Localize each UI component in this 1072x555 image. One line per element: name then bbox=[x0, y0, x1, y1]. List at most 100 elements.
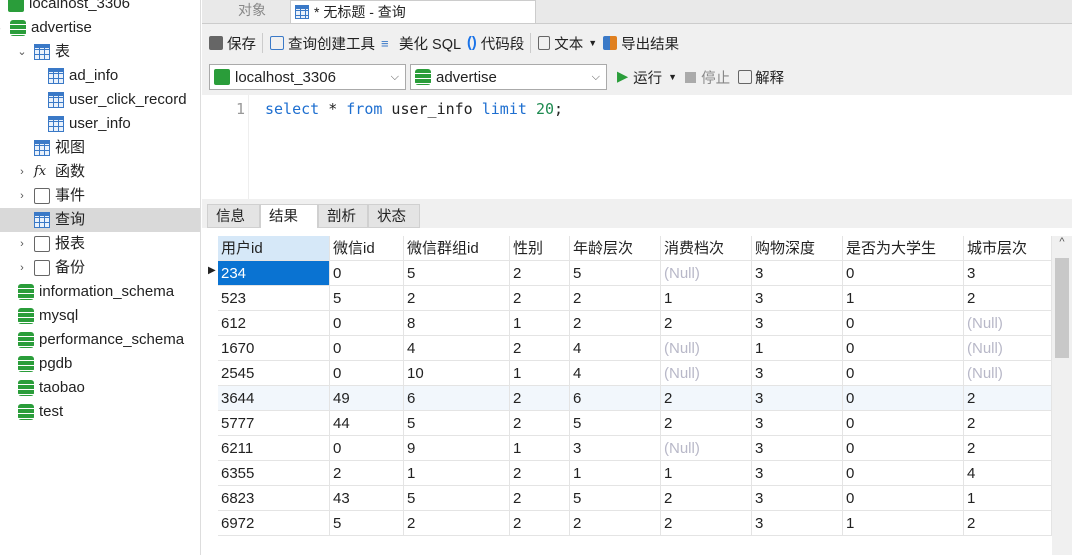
table-cell[interactable]: 3 bbox=[752, 311, 843, 336]
run-button[interactable]: 运行 bbox=[633, 67, 662, 88]
table-cell[interactable]: 1 bbox=[843, 286, 964, 311]
table-cell[interactable]: 2 bbox=[570, 511, 661, 536]
table-cell[interactable]: 523 bbox=[218, 286, 330, 311]
sql-editor[interactable]: 1 select * from user_info limit 20; bbox=[202, 95, 1072, 199]
table-cell[interactable]: 2 bbox=[964, 411, 1052, 436]
table-cell[interactable]: 43 bbox=[330, 486, 404, 511]
table-cell[interactable]: 2 bbox=[661, 511, 752, 536]
table-cell[interactable]: (Null) bbox=[661, 261, 752, 286]
table-cell[interactable]: (Null) bbox=[661, 361, 752, 386]
table-cell[interactable]: 2 bbox=[330, 461, 404, 486]
sidebar-item[interactable]: user_info bbox=[0, 112, 200, 136]
table-cell[interactable]: 2 bbox=[964, 286, 1052, 311]
column-header[interactable]: 性别 bbox=[510, 236, 570, 261]
table-cell[interactable]: 1 bbox=[752, 336, 843, 361]
table-cell[interactable]: 2 bbox=[510, 336, 570, 361]
sidebar-item[interactable]: localhost_3306 bbox=[0, 0, 200, 16]
table-cell[interactable]: 3 bbox=[752, 361, 843, 386]
table-cell[interactable]: 0 bbox=[843, 486, 964, 511]
query-builder-button[interactable]: 查询创建工具 bbox=[270, 33, 375, 54]
table-cell[interactable]: 234 bbox=[218, 261, 330, 286]
table-cell[interactable]: 3 bbox=[752, 411, 843, 436]
sidebar-item[interactable]: taobao bbox=[0, 376, 200, 400]
table-cell[interactable]: 2 bbox=[510, 286, 570, 311]
sidebar-item[interactable]: mysql bbox=[0, 304, 200, 328]
table-cell[interactable]: 612 bbox=[218, 311, 330, 336]
table-cell[interactable]: 0 bbox=[330, 361, 404, 386]
table-cell[interactable]: 6972 bbox=[218, 511, 330, 536]
sidebar-item[interactable]: ⌄ 表 bbox=[0, 40, 200, 64]
table-cell[interactable]: 1 bbox=[843, 511, 964, 536]
table-cell[interactable]: (Null) bbox=[661, 336, 752, 361]
vertical-scrollbar[interactable]: ^ bbox=[1052, 236, 1072, 555]
result-tab[interactable]: 状态 bbox=[368, 204, 420, 228]
tab-objects[interactable]: 对象 bbox=[212, 0, 292, 23]
table-cell[interactable]: 5777 bbox=[218, 411, 330, 436]
table-cell[interactable]: 2 bbox=[404, 511, 510, 536]
column-header[interactable]: 购物深度 bbox=[752, 236, 843, 261]
chevron-right-icon[interactable]: › bbox=[16, 184, 28, 208]
table-cell[interactable]: 4 bbox=[964, 461, 1052, 486]
table-cell[interactable]: 2 bbox=[570, 286, 661, 311]
result-tab[interactable]: 结果 1 bbox=[260, 204, 318, 249]
table-cell[interactable]: 1 bbox=[964, 486, 1052, 511]
table-cell[interactable]: 3 bbox=[570, 436, 661, 461]
tab-query[interactable]: * 无标题 - 查询 bbox=[290, 0, 536, 23]
sidebar-item[interactable]: information_schema bbox=[0, 280, 200, 304]
table-cell[interactable]: 8 bbox=[404, 311, 510, 336]
column-header[interactable]: 城市层次 bbox=[964, 236, 1052, 261]
table-cell[interactable]: 1 bbox=[661, 461, 752, 486]
table-cell[interactable]: 5 bbox=[570, 486, 661, 511]
result-tab[interactable]: 剖析 bbox=[318, 204, 368, 228]
table-cell[interactable]: 0 bbox=[843, 436, 964, 461]
stop-button[interactable]: 停止 bbox=[701, 67, 730, 88]
table-cell[interactable]: (Null) bbox=[964, 361, 1052, 386]
chevron-down-icon[interactable]: ⌄ bbox=[16, 40, 28, 64]
table-cell[interactable]: 4 bbox=[570, 361, 661, 386]
table-cell[interactable]: 0 bbox=[843, 311, 964, 336]
scrollbar-thumb[interactable] bbox=[1055, 258, 1069, 358]
table-cell[interactable]: 2 bbox=[510, 486, 570, 511]
table-cell[interactable]: 6 bbox=[404, 386, 510, 411]
text-button[interactable]: 文本 ▼ bbox=[538, 33, 597, 54]
sidebar-item[interactable]: 视图 bbox=[0, 136, 200, 160]
table-cell[interactable]: 6823 bbox=[218, 486, 330, 511]
table-cell[interactable]: 2 bbox=[661, 411, 752, 436]
table-cell[interactable]: 5 bbox=[404, 486, 510, 511]
sidebar-item[interactable]: › 事件 bbox=[0, 184, 200, 208]
table-cell[interactable]: 5 bbox=[404, 411, 510, 436]
table-cell[interactable]: 2 bbox=[510, 461, 570, 486]
table-cell[interactable]: 0 bbox=[843, 261, 964, 286]
table-cell[interactable]: 0 bbox=[330, 336, 404, 361]
column-header[interactable]: 消费档次 bbox=[661, 236, 752, 261]
table-cell[interactable]: 0 bbox=[330, 436, 404, 461]
sidebar-item[interactable]: performance_schema bbox=[0, 328, 200, 352]
database-select[interactable]: advertise ⌵ bbox=[410, 64, 607, 90]
table-cell[interactable]: 5 bbox=[570, 261, 661, 286]
table-cell[interactable]: 2 bbox=[661, 386, 752, 411]
table-cell[interactable]: 2 bbox=[510, 511, 570, 536]
table-cell[interactable]: 2545 bbox=[218, 361, 330, 386]
table-cell[interactable]: 0 bbox=[843, 336, 964, 361]
table-cell[interactable]: 3 bbox=[752, 261, 843, 286]
table-cell[interactable]: (Null) bbox=[964, 336, 1052, 361]
table-cell[interactable]: 49 bbox=[330, 386, 404, 411]
column-header[interactable]: 微信id bbox=[330, 236, 404, 261]
table-cell[interactable]: 6 bbox=[570, 386, 661, 411]
table-cell[interactable]: 5 bbox=[404, 261, 510, 286]
connection-select[interactable]: localhost_3306 ⌵ bbox=[209, 64, 406, 90]
table-cell[interactable]: 0 bbox=[330, 311, 404, 336]
table-cell[interactable]: 1670 bbox=[218, 336, 330, 361]
table-cell[interactable]: 4 bbox=[404, 336, 510, 361]
table-cell[interactable]: 2 bbox=[964, 386, 1052, 411]
table-cell[interactable]: 3 bbox=[752, 436, 843, 461]
table-cell[interactable]: 9 bbox=[404, 436, 510, 461]
sidebar-item[interactable]: ⌄ advertise bbox=[0, 16, 200, 40]
sidebar-item[interactable]: › fx 函数 bbox=[0, 160, 200, 184]
sidebar-item[interactable]: › 备份 bbox=[0, 256, 200, 280]
sidebar-item[interactable]: › 报表 bbox=[0, 232, 200, 256]
sidebar-item[interactable]: pgdb bbox=[0, 352, 200, 376]
table-cell[interactable]: 0 bbox=[843, 386, 964, 411]
table-cell[interactable]: 1 bbox=[510, 436, 570, 461]
table-cell[interactable]: 5 bbox=[330, 286, 404, 311]
